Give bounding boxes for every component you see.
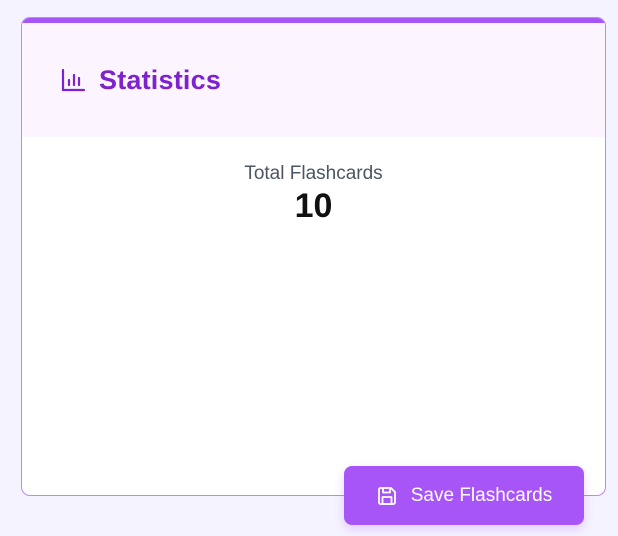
total-flashcards-label: Total Flashcards — [244, 163, 383, 184]
save-flashcards-label: Save Flashcards — [410, 484, 553, 506]
bar-chart-icon — [59, 66, 87, 94]
statistics-card: Statistics Total Flashcards 10 — [21, 17, 606, 496]
card-header: Statistics — [22, 23, 605, 137]
total-flashcards-stat: Total Flashcards 10 — [22, 162, 605, 226]
save-icon — [376, 485, 398, 507]
total-flashcards-value: 10 — [294, 187, 333, 225]
save-flashcards-button[interactable]: Save Flashcards — [344, 466, 584, 525]
card-title: Statistics — [99, 64, 222, 95]
